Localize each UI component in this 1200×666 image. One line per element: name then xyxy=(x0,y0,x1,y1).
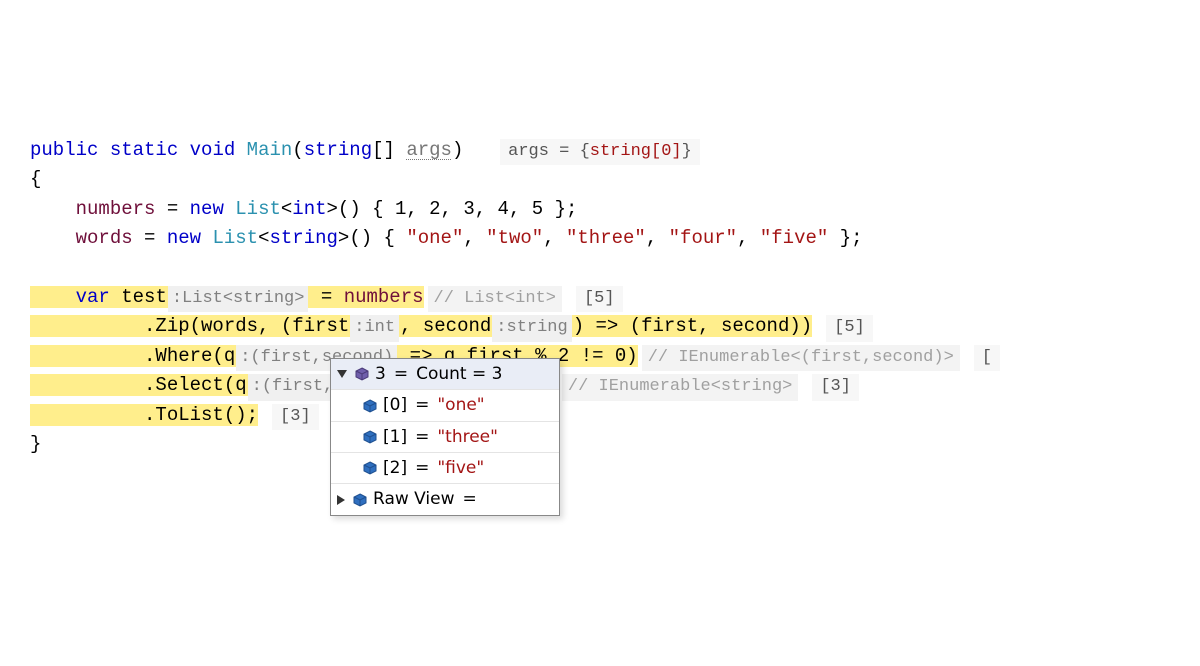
tip-3a[interactable]: [3] xyxy=(812,374,859,400)
method-name: Main xyxy=(247,139,293,161)
tolist-call: .ToList(); xyxy=(30,404,258,426)
select-call: .Select(q xyxy=(30,374,247,396)
tip-5a[interactable]: [5] xyxy=(576,286,623,312)
code-view: public static void Main(string[] args) a… xyxy=(30,136,1200,460)
field-numbers: numbers xyxy=(76,198,156,220)
ref-numbers: numbers xyxy=(344,286,424,308)
brace-close: } xyxy=(30,433,41,455)
object-icon xyxy=(355,367,369,381)
inlay-test-type[interactable]: :List<string> xyxy=(168,286,309,312)
type-list: List xyxy=(235,198,281,220)
args-datatip[interactable]: args = {string[0]} xyxy=(500,139,700,165)
var-test: test xyxy=(121,286,167,308)
kw-public: public xyxy=(30,139,98,161)
expand-closed-icon[interactable] xyxy=(337,495,345,505)
kw-var: var xyxy=(76,286,110,308)
paren-close: ) xyxy=(452,139,463,161)
inlay-first-int[interactable]: :int xyxy=(350,315,399,341)
inlay-ienum-string[interactable]: // IEnumerable<string> xyxy=(562,374,798,400)
tooltip-item-2[interactable]: [2]="five" xyxy=(331,453,559,484)
arg-name: args xyxy=(406,139,452,161)
field-icon xyxy=(363,461,377,475)
paren-open: ( xyxy=(292,139,303,161)
tooltip-header-key: 3 xyxy=(375,361,386,387)
tip-3b[interactable]: [3] xyxy=(272,404,319,430)
kw-void: void xyxy=(190,139,236,161)
init-numbers: { 1, 2, 3, 4, 5 }; xyxy=(361,198,578,220)
inlay-ienum-tuple[interactable]: // IEnumerable<(first,second)> xyxy=(642,345,960,371)
expand-open-icon[interactable] xyxy=(337,370,347,378)
field-icon xyxy=(363,399,377,413)
type-int: int xyxy=(292,198,326,220)
inlay-second-string[interactable]: :string xyxy=(492,315,571,341)
tip-where[interactable]: [ xyxy=(974,345,1000,371)
tooltip-item-1[interactable]: [1]="three" xyxy=(331,422,559,453)
tooltip-item-0[interactable]: [0]="one" xyxy=(331,390,559,421)
arg-type: string xyxy=(304,139,372,161)
kw-new: new xyxy=(190,198,224,220)
debugger-tooltip[interactable]: 3=Count = 3 [0]="one" [1]="three" [2]="f… xyxy=(330,358,560,516)
where-call: .Where(q xyxy=(30,345,235,367)
kw-static: static xyxy=(110,139,178,161)
tooltip-raw-view[interactable]: Raw View= xyxy=(331,484,559,514)
brace-open: { xyxy=(30,168,41,190)
array-brackets: [] xyxy=(372,139,395,161)
field-words: words xyxy=(76,227,133,249)
highlighted-block: var test:List<string> = numbers xyxy=(30,286,424,308)
tooltip-header-label: Count = 3 xyxy=(416,361,502,387)
type-string: string xyxy=(269,227,337,249)
field-icon xyxy=(353,493,367,507)
zip-call: .Zip(words, (first xyxy=(30,315,349,337)
tip-5b[interactable]: [5] xyxy=(826,315,873,341)
inlay-list-int[interactable]: // List<int> xyxy=(428,286,562,312)
field-icon xyxy=(363,430,377,444)
tooltip-header-row[interactable]: 3=Count = 3 xyxy=(331,359,559,390)
